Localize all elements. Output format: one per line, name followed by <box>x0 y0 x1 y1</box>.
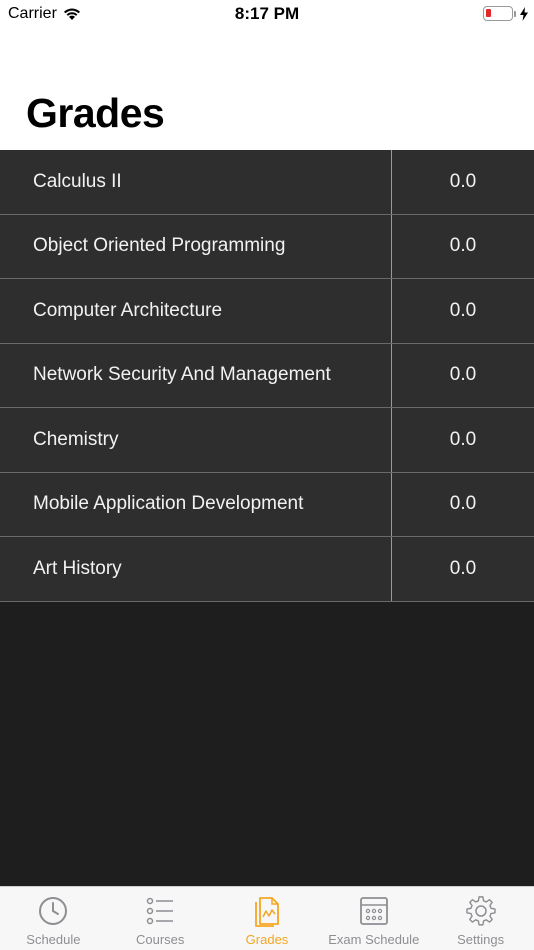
charging-bolt-icon <box>520 6 528 21</box>
tab-label: Grades <box>245 932 289 947</box>
tab-grades[interactable]: Grades <box>214 887 321 950</box>
table-row[interactable]: Calculus II 0.0 <box>0 150 534 215</box>
course-grade: 0.0 <box>449 557 477 579</box>
grades-table: Calculus II 0.0 Object Oriented Programm… <box>0 150 534 602</box>
status-time: 8:17 PM <box>234 4 300 23</box>
tab-label: Schedule <box>26 932 81 947</box>
course-name: Art History <box>0 537 392 601</box>
table-row[interactable]: Object Oriented Programming 0.0 <box>0 214 534 279</box>
page-header: Grades <box>0 30 534 150</box>
course-name: Chemistry <box>0 408 392 472</box>
table-row[interactable]: Mobile Application Development 0.0 <box>0 472 534 537</box>
table-row[interactable]: Art History 0.0 <box>0 537 534 602</box>
table-row[interactable]: Chemistry 0.0 <box>0 408 534 473</box>
calendar-icon <box>359 897 388 925</box>
course-name: Computer Architecture <box>0 279 392 343</box>
gear-icon <box>465 896 496 926</box>
course-grade: 0.0 <box>449 299 477 321</box>
page-title: Grades <box>26 90 165 136</box>
tab-bar: Schedule Courses Grades Exam Schedule Se… <box>0 886 534 950</box>
list-icon <box>146 897 174 925</box>
course-grade: 0.0 <box>449 364 477 386</box>
battery-icon <box>483 6 513 21</box>
battery-indicator <box>483 6 528 21</box>
table-row[interactable]: Network Security And Management 0.0 <box>0 343 534 408</box>
tab-courses[interactable]: Courses <box>107 887 214 950</box>
tab-label: Settings <box>457 932 505 947</box>
tab-settings[interactable]: Settings <box>427 887 534 950</box>
course-grade: 0.0 <box>449 235 477 257</box>
table-row[interactable]: Computer Architecture 0.0 <box>0 279 534 344</box>
course-grade: 0.0 <box>449 170 477 192</box>
clock-icon <box>39 897 68 925</box>
status-bar: Carrier 8:17 PM <box>0 0 534 30</box>
tab-label: Courses <box>135 932 185 947</box>
tab-exam-schedule[interactable]: Exam Schedule <box>320 887 427 950</box>
course-name: Object Oriented Programming <box>0 214 392 278</box>
tab-schedule[interactable]: Schedule <box>0 887 107 950</box>
course-name: Network Security And Management <box>0 343 392 407</box>
course-grade: 0.0 <box>449 428 477 450</box>
course-name: Calculus II <box>0 150 392 214</box>
course-grade: 0.0 <box>449 493 477 515</box>
course-name: Mobile Application Development <box>0 472 392 536</box>
grades-document-icon <box>255 897 279 927</box>
tab-label: Exam Schedule <box>328 932 420 947</box>
